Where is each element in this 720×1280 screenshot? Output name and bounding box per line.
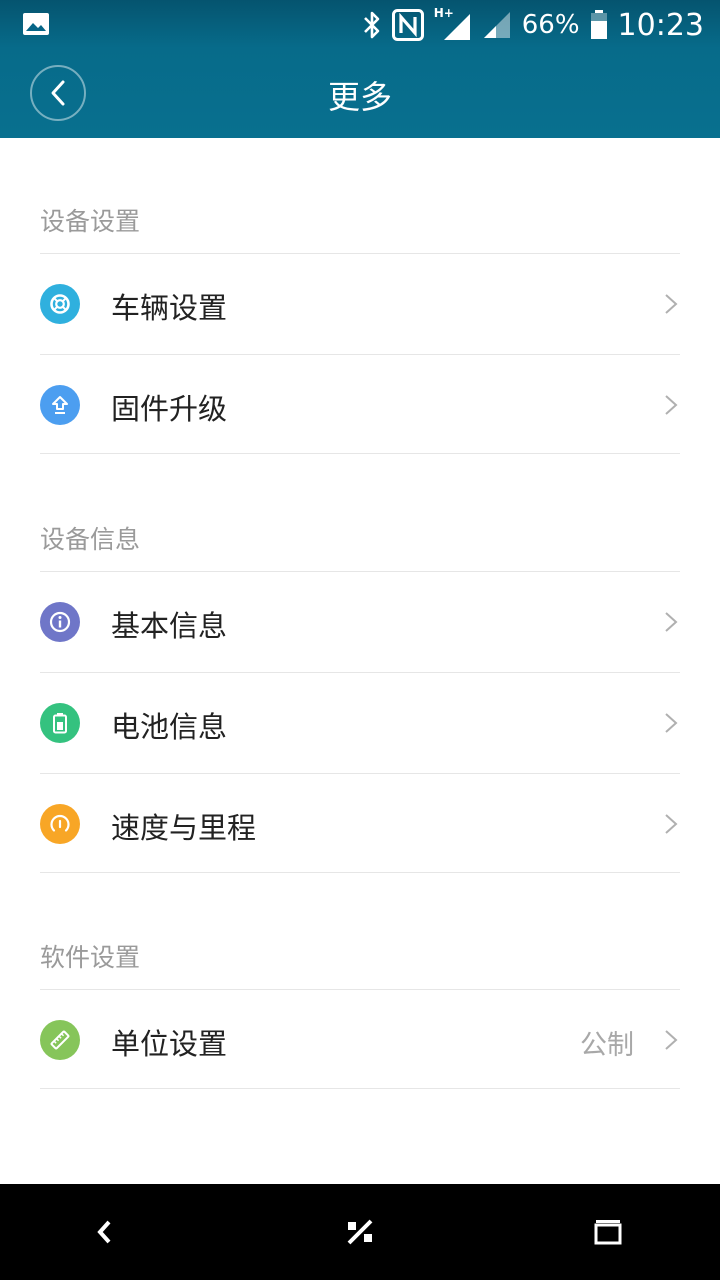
list-item-speed-mileage[interactable]: 速度与里程 <box>40 773 680 873</box>
unit-value: 公制 <box>580 1030 634 1061</box>
list-item-unit-settings[interactable]: 单位设置 公制 <box>40 989 680 1089</box>
list-item-label: 电池信息 <box>111 710 228 744</box>
list-item-label: 基本信息 <box>111 609 228 643</box>
lifebuoy-icon <box>40 284 80 324</box>
system-nav-bar <box>0 1184 720 1280</box>
section-title-software-settings: 软件设置 <box>40 943 141 972</box>
list-item-firmware-upgrade[interactable]: 固件升级 <box>40 354 680 454</box>
chevron-right-icon <box>665 395 678 415</box>
list-item-vehicle-settings[interactable]: 车辆设置 <box>40 253 680 353</box>
ruler-icon <box>40 1020 80 1060</box>
battery-icon <box>40 703 80 743</box>
chevron-right-icon <box>665 1030 678 1050</box>
clock: 10:23 <box>617 7 704 43</box>
page-title: 更多 <box>327 78 392 116</box>
recents-icon[interactable] <box>588 1212 628 1252</box>
chevron-right-icon <box>665 814 678 834</box>
list-item-basic-info[interactable]: 基本信息 <box>40 571 680 671</box>
list-item-label: 车辆设置 <box>111 291 228 325</box>
signal-icon <box>483 12 510 38</box>
toolbar: 更多 <box>0 50 720 138</box>
app-bar: H+ 66% 10:23 更多 <box>0 0 720 138</box>
battery-percent: 66% <box>521 10 580 40</box>
speedometer-icon <box>40 804 80 844</box>
list-item-label: 固件升级 <box>111 392 228 426</box>
nfc-icon <box>391 9 424 41</box>
bluetooth-icon <box>363 11 380 39</box>
home-icon[interactable] <box>340 1212 380 1252</box>
list-item-label: 单位设置 <box>111 1027 228 1061</box>
battery-icon <box>590 10 607 39</box>
list-item-battery-info[interactable]: 电池信息 <box>40 672 680 772</box>
section-title-device-info: 设备信息 <box>40 525 141 554</box>
section-title-device-settings: 设备设置 <box>40 207 141 236</box>
back-icon[interactable] <box>84 1212 124 1252</box>
upload-arrow-icon <box>40 385 80 425</box>
gallery-icon <box>23 13 49 35</box>
list-item-label: 速度与里程 <box>111 811 257 845</box>
chevron-right-icon <box>665 713 678 733</box>
info-icon <box>40 602 80 642</box>
signal-icon: H+ <box>434 6 472 42</box>
chevron-right-icon <box>665 612 678 632</box>
status-bar: H+ 66% 10:23 <box>0 0 720 50</box>
chevron-right-icon <box>665 294 678 314</box>
